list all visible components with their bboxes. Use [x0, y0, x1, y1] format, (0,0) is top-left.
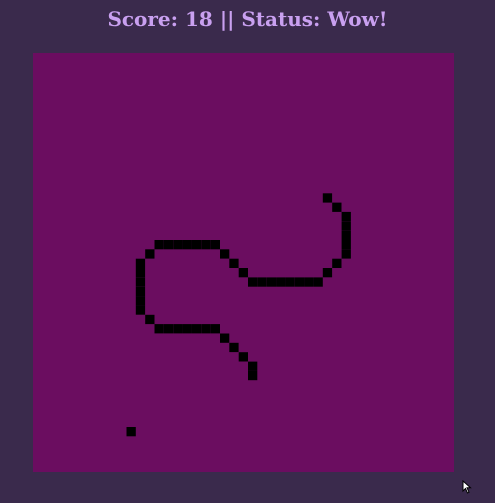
- mouse-pointer-icon: [462, 479, 472, 498]
- snake-segment: [163, 240, 174, 250]
- snake-segment: [201, 240, 211, 250]
- food-pellet: [126, 427, 136, 437]
- status-value: Wow!: [327, 7, 388, 31]
- snake-segment: [304, 277, 314, 287]
- snake-segment: [229, 342, 239, 353]
- score-status-bar: Score: 18 || Status: Wow!: [0, 6, 495, 32]
- snake-segment: [341, 211, 351, 222]
- snake-segment: [248, 361, 258, 371]
- snake-segment: [220, 249, 230, 259]
- snake-segment: [135, 296, 146, 306]
- snake-segment: [238, 268, 248, 278]
- snake-segment: [313, 277, 323, 287]
- snake-segment: [257, 277, 267, 287]
- snake-segment: [135, 305, 146, 315]
- snake-segment: [294, 277, 305, 287]
- snake-segment: [248, 370, 258, 381]
- snake-segment: [341, 221, 351, 231]
- snake-segment: [145, 314, 155, 325]
- snake-segment: [135, 286, 146, 297]
- snake-segment: [341, 240, 351, 250]
- snake-segment: [248, 277, 258, 287]
- snake-segment: [145, 249, 155, 259]
- snake-segment: [210, 324, 220, 334]
- snake-segment: [220, 333, 230, 343]
- snake-segment: [201, 324, 211, 334]
- snake-segment: [210, 240, 220, 250]
- snake-head: [322, 193, 333, 203]
- snake-segment: [163, 324, 174, 334]
- snake-segment: [154, 240, 164, 250]
- snake-segment: [332, 202, 342, 212]
- separator: ||: [219, 7, 235, 31]
- snake-segment: [229, 258, 239, 268]
- snake-segment: [191, 240, 202, 250]
- game-board[interactable]: [33, 53, 454, 472]
- snake-segment: [191, 324, 202, 334]
- snake-segment: [173, 240, 183, 250]
- snake-segment: [238, 352, 248, 362]
- status-label: Status:: [241, 7, 321, 31]
- snake-segment: [332, 258, 342, 268]
- snake-segment: [135, 268, 146, 278]
- snake-segment: [182, 240, 192, 250]
- snake-segment: [173, 324, 183, 334]
- snake: [135, 193, 351, 381]
- snake-segment: [135, 277, 146, 287]
- snake-segment: [341, 230, 351, 240]
- snake-segment: [276, 277, 286, 287]
- snake-segment: [182, 324, 192, 334]
- snake-segment: [341, 249, 351, 259]
- snake-segment: [285, 277, 295, 287]
- snake-segment: [154, 324, 164, 334]
- snake-segment: [322, 268, 333, 278]
- score-value: 18: [185, 7, 213, 31]
- food-layer: [126, 427, 136, 437]
- game-canvas: [126, 193, 351, 437]
- snake-segment: [135, 258, 146, 268]
- score-label: Score:: [107, 7, 179, 31]
- snake-segment: [266, 277, 277, 287]
